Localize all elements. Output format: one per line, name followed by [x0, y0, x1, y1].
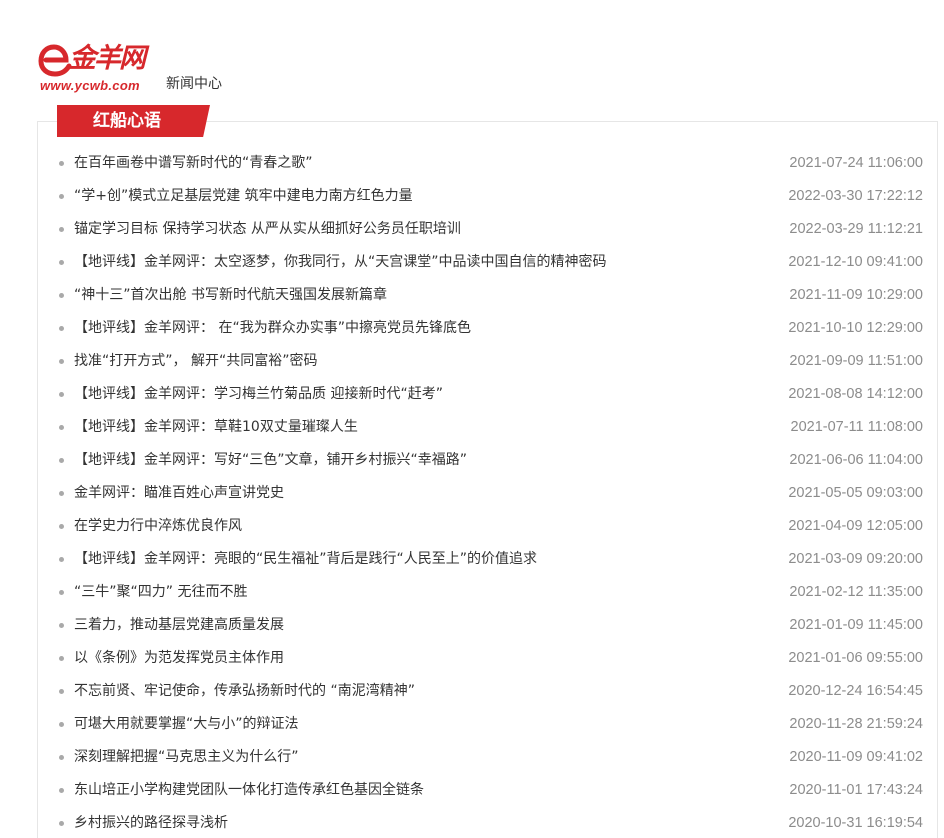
news-title-link[interactable]: 三着力，推动基层党建高质量发展 [74, 609, 284, 642]
news-list: 在百年画卷中谱写新时代的“青春之歌” 2021-07-24 11:06:00 “学… [57, 147, 923, 838]
news-item: 不忘前贤、牢记使命，传承弘扬新时代的 “南泥湾精神” 2020-12-24 16:… [57, 675, 923, 708]
bullet-icon [59, 557, 64, 562]
news-date: 2021-05-05 09:03:00 [788, 485, 923, 501]
news-title-link[interactable]: 【地评线】金羊网评：太空逐梦，你我同行，从“天宫课堂”中品读中国自信的精神密码 [74, 246, 607, 279]
bullet-icon [59, 491, 64, 496]
news-item: 锚定学习目标 保持学习状态 从严从实从细抓好公务员任职培训 2022-03-29 … [57, 213, 923, 246]
news-title-link[interactable]: 【地评线】金羊网评：学习梅兰竹菊品质 迎接新时代“赶考” [74, 378, 443, 411]
news-item: 【地评线】金羊网评：亮眼的“民生福祉”背后是践行“人民至上”的价值追求 2021-… [57, 543, 923, 576]
news-date: 2022-03-30 17:22:12 [788, 188, 923, 204]
news-item: 【地评线】金羊网评：草鞋10双丈量璀璨人生 2021-07-11 11:08:00 [57, 411, 923, 444]
news-item: 以《条例》为范发挥党员主体作用 2021-01-06 09:55:00 [57, 642, 923, 675]
news-date: 2021-07-24 11:06:00 [789, 155, 923, 171]
news-date: 2021-01-09 11:45:00 [789, 617, 923, 633]
news-item: “学+创”模式立足基层党建 筑牢中建电力南方红色力量 2022-03-30 17:… [57, 180, 923, 213]
news-item: 深刻理解把握“马克思主义为什么行” 2020-11-09 09:41:02 [57, 741, 923, 774]
news-item: 【地评线】金羊网评：写好“三色”文章，铺开乡村振兴“幸福路” 2021-06-06… [57, 444, 923, 477]
bullet-icon [59, 293, 64, 298]
bullet-icon [59, 524, 64, 529]
bullet-icon [59, 821, 64, 826]
bullet-icon [59, 326, 64, 331]
news-date: 2020-12-24 16:54:45 [788, 683, 923, 699]
news-date: 2021-07-11 11:08:00 [790, 419, 924, 435]
news-title-link[interactable]: “三牛”聚“四力” 无往而不胜 [74, 576, 247, 609]
news-item: 在百年画卷中谱写新时代的“青春之歌” 2021-07-24 11:06:00 [57, 147, 923, 180]
news-date: 2021-09-09 11:51:00 [789, 353, 923, 369]
news-item: 东山培正小学构建党团队一体化打造传承红色基因全链条 2020-11-01 17:4… [57, 774, 923, 807]
bullet-icon [59, 227, 64, 232]
news-title-link[interactable]: 锚定学习目标 保持学习状态 从严从实从细抓好公务员任职培训 [74, 213, 461, 246]
bullet-icon [59, 590, 64, 595]
news-title-link[interactable]: 可堪大用就要掌握“大与小”的辩证法 [74, 708, 299, 741]
news-item: “神十三”首次出舱 书写新时代航天强国发展新篇章 2021-11-09 10:29… [57, 279, 923, 312]
bullet-icon [59, 161, 64, 166]
bullet-icon [59, 689, 64, 694]
news-item: “三牛”聚“四力” 无往而不胜 2021-02-12 11:35:00 [57, 576, 923, 609]
bullet-icon [59, 755, 64, 760]
panel-tab-label: 红船心语 [93, 111, 161, 131]
news-title-link[interactable]: 【地评线】金羊网评：草鞋10双丈量璀璨人生 [74, 411, 358, 444]
news-date: 2020-11-28 21:59:24 [789, 716, 923, 732]
news-date: 2020-10-31 16:19:54 [788, 815, 923, 831]
news-date: 2022-03-29 11:12:21 [789, 221, 923, 237]
news-date: 2021-10-10 12:29:00 [788, 320, 923, 336]
bullet-icon [59, 260, 64, 265]
news-item: 三着力，推动基层党建高质量发展 2021-01-09 11:45:00 [57, 609, 923, 642]
site-logo[interactable]: 金羊网 www.ycwb.com [36, 38, 156, 96]
news-item: 【地评线】金羊网评：太空逐梦，你我同行，从“天宫课堂”中品读中国自信的精神密码 2… [57, 246, 923, 279]
news-date: 2021-01-06 09:55:00 [788, 650, 923, 666]
news-title-link[interactable]: 不忘前贤、牢记使命，传承弘扬新时代的 “南泥湾精神” [74, 675, 415, 708]
news-title-link[interactable]: 金羊网评：瞄准百姓心声宣讲党史 [74, 477, 284, 510]
news-item: 可堪大用就要掌握“大与小”的辩证法 2020-11-28 21:59:24 [57, 708, 923, 741]
news-title-link[interactable]: 深刻理解把握“马克思主义为什么行” [74, 741, 299, 774]
news-title-link[interactable]: 乡村振兴的路径探寻浅析 [74, 807, 228, 838]
news-date: 2021-12-10 09:41:00 [788, 254, 923, 270]
bullet-icon [59, 788, 64, 793]
news-date: 2021-11-09 10:29:00 [789, 287, 923, 303]
bullet-icon [59, 359, 64, 364]
bullet-icon [59, 722, 64, 727]
news-date: 2020-11-09 09:41:02 [789, 749, 923, 765]
news-title-link[interactable]: “学+创”模式立足基层党建 筑牢中建电力南方红色力量 [74, 180, 413, 213]
news-date: 2021-04-09 12:05:00 [788, 518, 923, 534]
panel-tab: 红船心语 [57, 105, 210, 137]
news-item: 在学史力行中淬炼优良作风 2021-04-09 12:05:00 [57, 510, 923, 543]
news-item: 【地评线】金羊网评： 在“我为群众办实事”中擦亮党员先锋底色 2021-10-10… [57, 312, 923, 345]
news-item: 【地评线】金羊网评：学习梅兰竹菊品质 迎接新时代“赶考” 2021-08-08 1… [57, 378, 923, 411]
news-title-link[interactable]: 在百年画卷中谱写新时代的“青春之歌” [74, 147, 313, 180]
bullet-icon [59, 194, 64, 199]
bullet-icon [59, 458, 64, 463]
bullet-icon [59, 425, 64, 430]
news-date: 2020-11-01 17:43:24 [789, 782, 923, 798]
news-title-link[interactable]: 【地评线】金羊网评：写好“三色”文章，铺开乡村振兴“幸福路” [74, 444, 467, 477]
news-item: 乡村振兴的路径探寻浅析 2020-10-31 16:19:54 [57, 807, 923, 838]
news-title-link[interactable]: 在学史力行中淬炼优良作风 [74, 510, 242, 543]
logo-wordmark: 金羊网 [69, 43, 146, 74]
logo-domain: www.ycwb.com [40, 78, 140, 93]
news-date: 2021-03-09 09:20:00 [788, 551, 923, 567]
news-title-link[interactable]: 【地评线】金羊网评： 在“我为群众办实事”中擦亮党员先锋底色 [74, 312, 471, 345]
news-title-link[interactable]: “神十三”首次出舱 书写新时代航天强国发展新篇章 [74, 279, 387, 312]
news-date: 2021-08-08 14:12:00 [788, 386, 923, 402]
news-title-link[interactable]: 东山培正小学构建党团队一体化打造传承红色基因全链条 [74, 774, 424, 807]
news-item: 金羊网评：瞄准百姓心声宣讲党史 2021-05-05 09:03:00 [57, 477, 923, 510]
section-link-news-center[interactable]: 新闻中心 [166, 75, 222, 93]
bullet-icon [59, 623, 64, 628]
news-item: 找准“打开方式”， 解开“共同富裕”密码 2021-09-09 11:51:00 [57, 345, 923, 378]
news-title-link[interactable]: 找准“打开方式”， 解开“共同富裕”密码 [74, 345, 317, 378]
news-date: 2021-02-12 11:35:00 [789, 584, 923, 600]
news-title-link[interactable]: 以《条例》为范发挥党员主体作用 [74, 642, 284, 675]
news-title-link[interactable]: 【地评线】金羊网评：亮眼的“民生福祉”背后是践行“人民至上”的价值追求 [74, 543, 537, 576]
bullet-icon [59, 392, 64, 397]
bullet-icon [59, 656, 64, 661]
news-date: 2021-06-06 11:04:00 [789, 452, 923, 468]
